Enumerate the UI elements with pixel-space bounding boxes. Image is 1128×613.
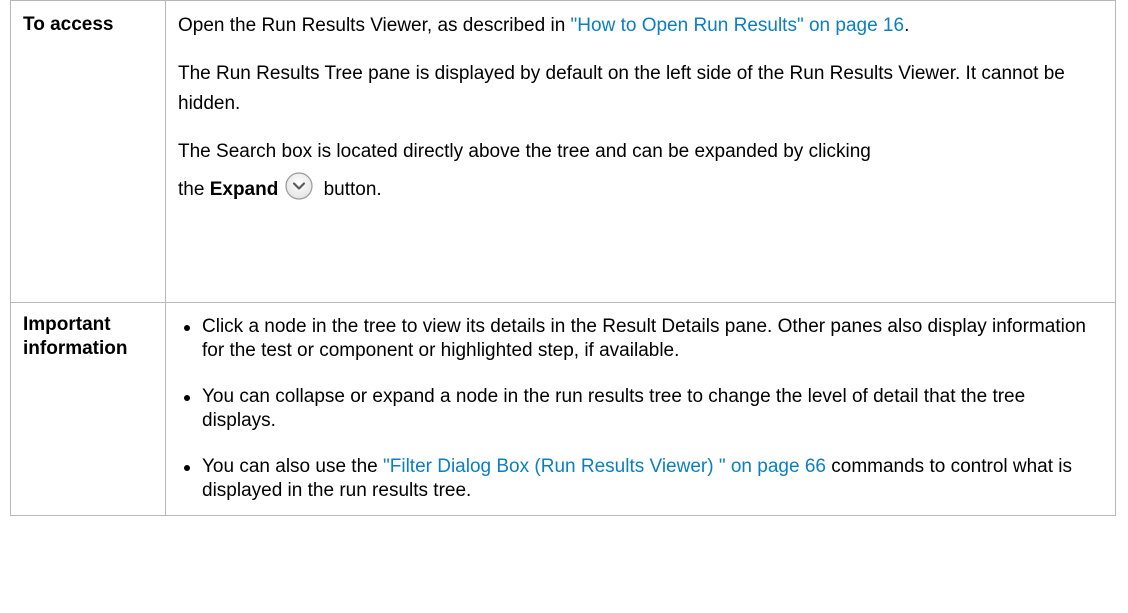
- link-filter-dialog-box[interactable]: "Filter Dialog Box (Run Results Viewer) …: [383, 456, 826, 477]
- bullet-dot: [184, 325, 190, 331]
- access-paragraph-1: Open the Run Results Viewer, as describe…: [178, 11, 1103, 41]
- list-item: You can collapse or expand a node in the…: [178, 385, 1103, 433]
- bullet-dot: [184, 465, 190, 471]
- access-paragraph-2: The Run Results Tree pane is displayed b…: [178, 63, 1065, 114]
- table-row-important: Important information Click a node in th…: [10, 302, 1116, 516]
- list-item: Click a node in the tree to view its det…: [178, 315, 1103, 363]
- bullet-3-pre: You can also use the: [202, 456, 383, 477]
- access-p1-end: .: [904, 15, 910, 36]
- access-p4-pre: the: [178, 179, 210, 200]
- important-bullet-list: Click a node in the tree to view its det…: [178, 315, 1103, 503]
- content-important-information: Click a node in the tree to view its det…: [165, 302, 1116, 516]
- bullet-2-text: You can collapse or expand a node in the…: [202, 386, 1026, 431]
- bullet-1-text: Click a node in the tree to view its det…: [202, 316, 1086, 361]
- access-p4-post: button.: [318, 179, 382, 200]
- bullet-dot: [184, 395, 190, 401]
- access-p1-text: Open the Run Results Viewer, as describe…: [178, 15, 571, 36]
- content-to-access: Open the Run Results Viewer, as describe…: [165, 0, 1116, 303]
- chevron-down-circle-icon[interactable]: [284, 171, 314, 201]
- list-item: You can also use the "Filter Dialog Box …: [178, 455, 1103, 503]
- link-how-to-open-run-results[interactable]: "How to Open Run Results" on page 16: [571, 15, 905, 36]
- label-to-access: To access: [10, 0, 166, 303]
- label-important-line1: Important: [23, 314, 111, 335]
- label-to-access-text: To access: [23, 14, 114, 35]
- access-paragraph-4: the Expand button.: [178, 171, 1103, 205]
- expand-label: Expand: [209, 179, 279, 200]
- label-important-line2: information: [23, 338, 128, 359]
- access-paragraph-3: The Search box is located directly above…: [178, 141, 871, 162]
- info-table: To access Open the Run Results Viewer, a…: [10, 0, 1116, 516]
- label-important-information: Important information: [10, 302, 166, 516]
- table-row-access: To access Open the Run Results Viewer, a…: [10, 0, 1116, 303]
